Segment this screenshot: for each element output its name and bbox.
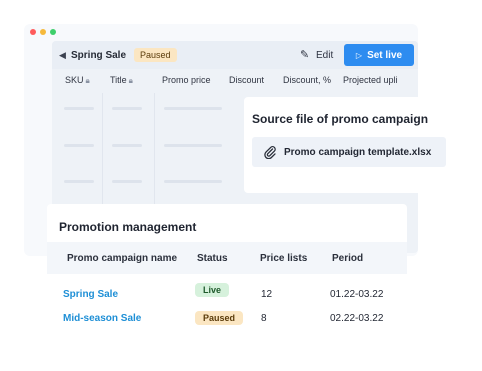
window-controls (30, 29, 56, 35)
edit-button[interactable]: Edit (316, 50, 333, 61)
column-label: Title (110, 75, 127, 85)
paperclip-icon (264, 146, 276, 159)
lock-icon: 🔒︎ (128, 76, 133, 85)
status-badge: Live (195, 283, 230, 297)
source-file-attachment[interactable]: Promo campaign template.xlsx (252, 137, 446, 167)
campaign-status-chip: Paused (134, 48, 177, 62)
chevron-left-icon[interactable]: ◀ (59, 50, 66, 61)
lock-icon: 🔒︎ (85, 76, 90, 85)
set-live-label: Set live (367, 49, 403, 61)
campaign-title: Spring Sale (71, 50, 127, 61)
column-header-discount[interactable]: Discount (229, 75, 264, 85)
promotion-table-header: Promo campaign name Status Price lists P… (47, 242, 407, 274)
price-lists-cell: 8 (261, 313, 267, 324)
header-price-lists[interactable]: Price lists (260, 253, 307, 264)
placeholder-cell (112, 180, 142, 183)
price-lists-cell: 12 (261, 289, 273, 300)
pencil-icon[interactable]: ✎ (300, 48, 309, 61)
placeholder-cell (112, 144, 142, 147)
placeholder-cell (164, 180, 222, 183)
campaign-name-link[interactable]: Spring Sale (63, 289, 118, 300)
placeholder-cell (64, 144, 94, 147)
column-header-discount-pct[interactable]: Discount, % (283, 75, 331, 85)
promotion-management-title: Promotion management (59, 220, 197, 234)
header-period[interactable]: Period (332, 253, 363, 264)
placeholder-cell (64, 180, 94, 183)
column-header-projected-uplift[interactable]: Projected upli (343, 75, 398, 85)
maximize-window-dot[interactable] (50, 29, 56, 35)
placeholder-cell (164, 107, 222, 110)
campaign-toolbar: ◀ Spring Sale Paused ✎ Edit ▷ Set live (52, 41, 418, 69)
status-badge: Paused (195, 311, 244, 325)
column-header-sku[interactable]: SKU 🔒︎ (65, 75, 90, 86)
column-label: SKU (65, 75, 84, 85)
source-file-title: Source file of promo campaign (252, 112, 429, 126)
column-header-title[interactable]: Title 🔒︎ (110, 75, 133, 86)
header-status[interactable]: Status (197, 253, 228, 264)
source-file-name: Promo campaign template.xlsx (284, 147, 432, 158)
play-icon: ▷ (355, 50, 363, 60)
minimize-window-dot[interactable] (40, 29, 46, 35)
promotion-management-card: Promotion management Promo campaign name… (47, 204, 407, 344)
placeholder-cell (164, 144, 222, 147)
set-live-button[interactable]: ▷ Set live (344, 44, 414, 66)
period-cell: 02.22-03.22 (330, 313, 384, 324)
placeholder-cell (64, 107, 94, 110)
campaign-name-link[interactable]: Mid-season Sale (63, 313, 141, 324)
column-header-promo-price[interactable]: Promo price (162, 75, 211, 85)
source-file-card: Source file of promo campaign Promo camp… (244, 97, 446, 193)
close-window-dot[interactable] (30, 29, 36, 35)
placeholder-cell (112, 107, 142, 110)
stage: ◀ Spring Sale Paused ✎ Edit ▷ Set live S… (0, 0, 482, 371)
header-promo-campaign-name[interactable]: Promo campaign name (67, 253, 177, 264)
period-cell: 01.22-03.22 (330, 289, 384, 300)
